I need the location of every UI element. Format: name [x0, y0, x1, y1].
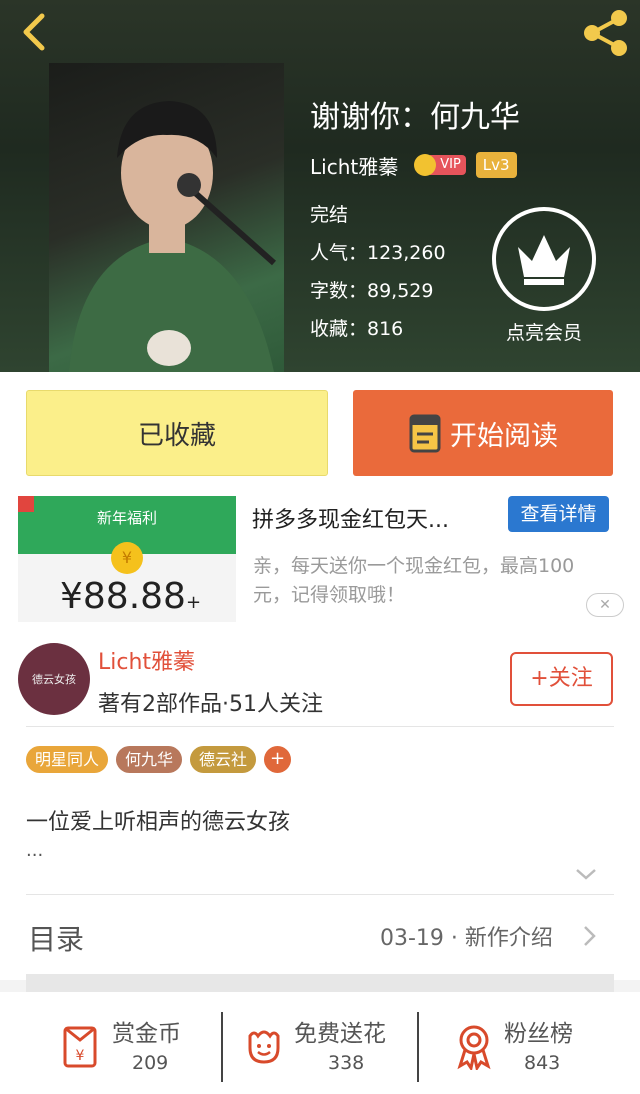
vip-badge: VIP — [414, 153, 466, 177]
award-ribbon-icon — [457, 1025, 491, 1070]
coin-icon: ¥ — [111, 542, 143, 574]
tag-item[interactable]: 明星同人 — [26, 746, 109, 773]
ad-banner[interactable]: 新年福利 ¥ ¥88.88+ 拼多多现金红包天... 查看详情 亲，每天送你一个… — [0, 488, 640, 628]
popularity-text: 人气：123,260 — [310, 242, 446, 264]
start-reading-label: 开始阅读 — [450, 420, 558, 452]
divider — [26, 726, 614, 727]
expand-intro-button[interactable] — [574, 866, 598, 882]
word-count-text: 字数：89,529 — [310, 280, 434, 302]
free-flowers-count: 338 — [328, 1052, 365, 1074]
share-button[interactable] — [578, 8, 632, 58]
ad-close-button[interactable]: ✕ — [586, 593, 624, 617]
flower-icon — [248, 1030, 280, 1064]
tag-item[interactable]: 何九华 — [116, 746, 183, 773]
cover-illustration — [69, 101, 276, 372]
author-section: 德云女孩 Licht雅蓁 著有2部作品·51人关注 +关注 明星同人 何九华 德… — [0, 628, 640, 980]
favorites-count-text: 收藏：816 — [310, 318, 404, 340]
start-reading-button[interactable]: 开始阅读 — [353, 390, 613, 476]
tag-list: 明星同人 何九华 德云社 + — [26, 746, 292, 773]
ad-details-button[interactable]: 查看详情 — [508, 496, 609, 532]
divider — [417, 1012, 419, 1082]
add-tag-button[interactable]: + — [264, 746, 292, 773]
author-name[interactable]: Licht雅蓁 — [310, 151, 398, 180]
toc-latest-chapter: 03-19 · 新作介绍 — [380, 926, 553, 951]
favorited-button[interactable]: 已收藏 — [26, 390, 328, 476]
red-envelope-icon: ¥ — [63, 1026, 97, 1068]
vip-member-button[interactable] — [492, 207, 596, 311]
author-line: Licht雅蓁 VIP Lv3 — [310, 150, 517, 180]
divider — [221, 1012, 223, 1082]
ad-description: 亲，每天送你一个现金红包，最高100元，记得领取哦！ — [253, 555, 575, 606]
back-button[interactable] — [14, 10, 58, 54]
chevron-down-icon — [576, 869, 596, 880]
ad-title[interactable]: 拼多多现金红包天... — [252, 502, 449, 534]
level-badge: Lv3 — [475, 152, 517, 178]
intro-ellipsis: ... — [26, 840, 44, 861]
tag-item[interactable]: 德云社 — [190, 746, 257, 773]
ad-image-title: 新年福利 — [96, 509, 157, 527]
content-preview-strip — [26, 974, 614, 992]
author-card-subtitle: 著有2部作品·51人关注 — [98, 692, 323, 717]
reward-coins-count: 209 — [132, 1052, 169, 1074]
ad-image[interactable]: 新年福利 ¥ ¥88.88+ — [18, 496, 236, 622]
book-icon — [409, 414, 441, 453]
book-header: 谢谢你：何九华 Licht雅蓁 VIP Lv3 完结 人气：123,260 字数… — [0, 0, 640, 372]
table-of-contents-row[interactable]: 目录 03-19 · 新作介绍 — [0, 896, 640, 976]
book-cover-image[interactable] — [49, 63, 284, 372]
vip-member-label[interactable]: 点亮会员 — [492, 318, 596, 345]
follow-button[interactable]: +关注 — [510, 652, 613, 706]
crown-icon — [518, 235, 570, 285]
divider — [26, 894, 614, 895]
ad-image-amount: ¥88.88+ — [60, 576, 202, 617]
bottom-action-bar: ¥ 赏金币 209 免费送花 338 粉丝榜 843 — [0, 992, 640, 1094]
fan-ranking-label: 粉丝榜 — [504, 1021, 573, 1047]
book-title: 谢谢你：何九华 — [310, 100, 520, 135]
fan-ranking-button[interactable]: 粉丝榜 843 — [450, 992, 600, 1094]
toc-label: 目录 — [28, 923, 85, 956]
fan-ranking-count: 843 — [524, 1052, 561, 1074]
svg-text:¥: ¥ — [76, 1048, 85, 1064]
chevron-right-icon — [580, 924, 598, 948]
back-arrow-icon — [23, 13, 45, 51]
author-avatar[interactable]: 德云女孩 — [18, 643, 90, 715]
reward-coins-label: 赏金币 — [112, 1021, 181, 1047]
share-icon — [584, 10, 627, 56]
free-flowers-label: 免费送花 — [294, 1021, 386, 1047]
action-bar: 已收藏 开始阅读 — [0, 372, 640, 488]
author-card-name[interactable]: Licht雅蓁 — [98, 644, 195, 676]
free-flowers-button[interactable]: 免费送花 338 — [240, 992, 410, 1094]
book-intro: 一位爱上听相声的德云女孩 — [26, 810, 291, 835]
status-text: 完结 — [310, 204, 349, 226]
reward-coins-button[interactable]: ¥ 赏金币 209 — [56, 992, 216, 1094]
